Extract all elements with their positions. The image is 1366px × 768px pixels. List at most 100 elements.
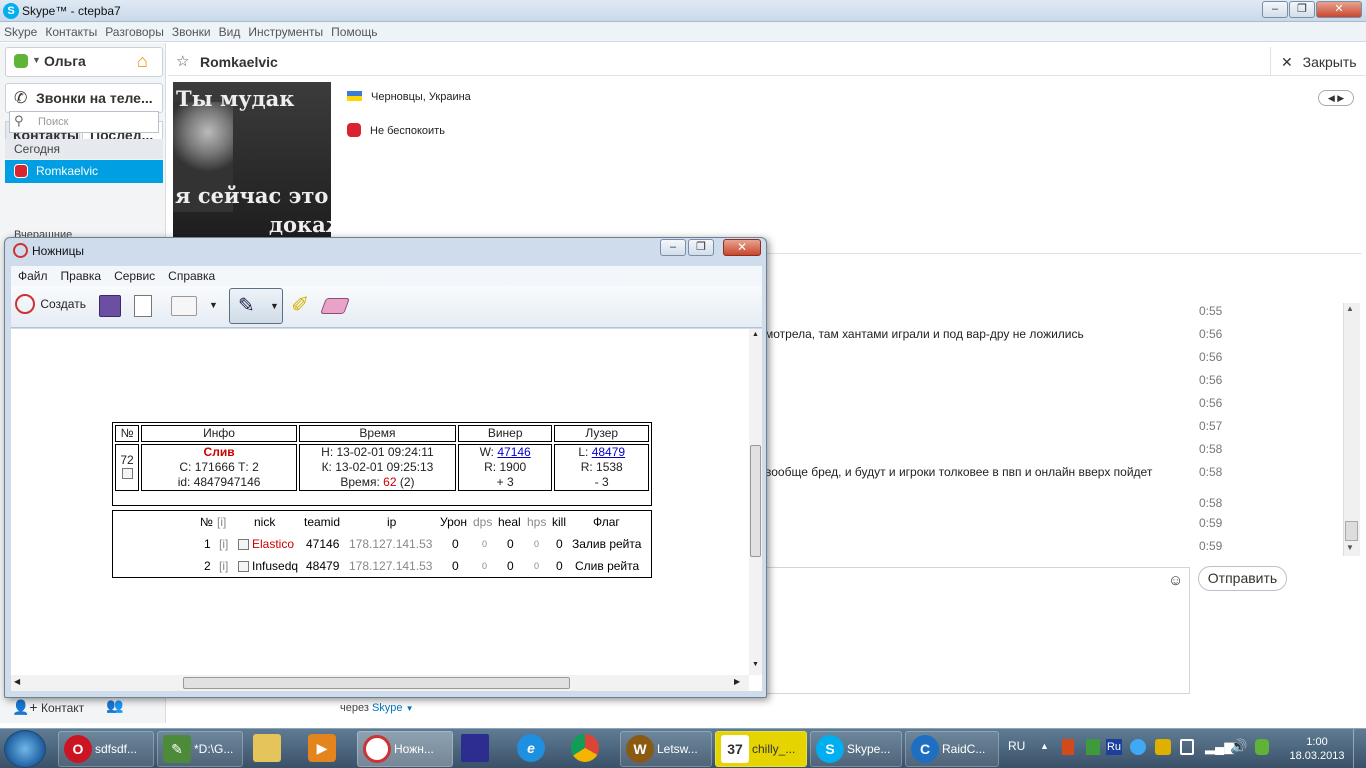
highlighter-icon[interactable]: ✐	[291, 292, 309, 318]
recent-item-romkaelvic[interactable]: Romkaelvic	[5, 160, 163, 183]
skype-icon: S	[816, 735, 844, 763]
emoticon-icon[interactable]: ☺	[1168, 572, 1183, 589]
scroll-up-icon[interactable]: ▲	[1346, 304, 1354, 313]
start-button[interactable]	[4, 730, 46, 768]
player-checkbox[interactable]	[238, 561, 249, 572]
call-phones-button[interactable]: ✆ Звонки на теле...	[5, 83, 163, 113]
home-icon[interactable]: ⌂	[137, 51, 148, 72]
system-clock[interactable]: 1:00 18.03.2013	[1286, 735, 1348, 763]
tray-app-icon[interactable]	[1062, 739, 1074, 755]
eraser-icon[interactable]	[320, 298, 350, 314]
player-num: 2	[204, 559, 211, 573]
chevron-down-icon[interactable]: ▼	[209, 300, 218, 310]
snip-menu-edit[interactable]: Правка	[54, 266, 108, 283]
match-checkbox[interactable]	[121, 467, 133, 479]
language-indicator[interactable]: RU	[1008, 739, 1025, 753]
menu-tools[interactable]: Инструменты	[244, 22, 327, 39]
taskbar-item-media[interactable]: ▶	[303, 731, 353, 767]
calendar-icon: 37	[721, 735, 749, 763]
col-header-time: Время	[299, 425, 456, 442]
menu-help[interactable]: Помощь	[327, 22, 381, 39]
snip-toolbar: Создать ▼ ✎ ▼ ✐	[11, 286, 762, 328]
chat-scroll-thumb[interactable]	[1345, 521, 1358, 541]
close-icon: ✕	[1281, 54, 1293, 70]
close-window-button[interactable]: ✕	[1316, 1, 1362, 18]
via-skype[interactable]: через Skype ▼	[340, 702, 414, 714]
pen-button[interactable]: ✎ ▼	[229, 288, 283, 324]
send-button[interactable]: Отправить	[1198, 566, 1287, 591]
tray-keyboard-icon[interactable]: Ru	[1106, 739, 1122, 755]
p-header-nick: nick	[254, 515, 276, 529]
save-icon[interactable]	[99, 295, 121, 317]
canvas-vscroll-thumb[interactable]	[750, 445, 761, 557]
taskbar-item-chrome[interactable]	[566, 731, 616, 767]
snip-close-button[interactable]: ✕	[723, 239, 761, 256]
menu-view[interactable]: Вид	[215, 22, 245, 39]
match-result: Слив	[203, 445, 235, 459]
player-checkbox[interactable]	[238, 539, 249, 550]
col-header-info: Инфо	[141, 425, 297, 442]
taskbar-item-opera[interactable]: Osdfsdf...	[58, 731, 154, 767]
tray-app-icon[interactable]	[1130, 739, 1146, 755]
canvas-horizontal-scrollbar[interactable]: ◀ ▶	[11, 675, 749, 691]
taskbar-item-wow[interactable]: W Letsw...	[620, 731, 712, 767]
taskbar-item-editor[interactable]: ✎ *D:\G...	[157, 731, 243, 767]
p-header-ip: ip	[387, 515, 397, 529]
winner-link[interactable]: 47146	[497, 445, 530, 459]
taskbar-item-save[interactable]	[456, 731, 506, 767]
taskbar-item-explorer[interactable]	[248, 731, 300, 767]
maximize-button[interactable]: ❐	[1289, 1, 1315, 18]
copy-icon[interactable]	[134, 295, 152, 317]
match-num: 72	[120, 452, 134, 467]
tray-expand-icon[interactable]: ▲	[1040, 741, 1049, 751]
message-input[interactable]	[760, 567, 1190, 694]
snip-menu-tools[interactable]: Сервис	[107, 266, 161, 283]
tray-app-icon[interactable]	[1155, 739, 1171, 755]
add-contact-button[interactable]: 👤+ Контакт	[12, 699, 84, 716]
status-button[interactable]: ▼ Ольга ⌂	[5, 47, 163, 77]
close-chat-button[interactable]: ✕ Закрыть	[1270, 47, 1366, 76]
tray-skype-status-icon[interactable]	[1255, 739, 1269, 755]
contact-avatar: Ты мудак я сейчас это докажу	[173, 82, 331, 238]
taskbar-item-ie[interactable]: e	[512, 731, 562, 767]
tray-device-icon[interactable]	[1180, 739, 1194, 755]
canvas-hscroll-thumb[interactable]	[183, 677, 570, 689]
winner-rating: R: 1900	[484, 460, 527, 474]
show-desktop-button[interactable]	[1353, 729, 1366, 768]
player-info-link[interactable]: [i]	[219, 537, 228, 551]
chat-scrollbar[interactable]: ▲ ▼	[1343, 303, 1360, 556]
scroll-up-icon[interactable]: ▲	[752, 331, 759, 338]
loser-link[interactable]: 48479	[592, 445, 625, 459]
snip-menu-help[interactable]: Справка	[161, 266, 221, 283]
tray-app-icon[interactable]	[1086, 739, 1100, 755]
star-icon[interactable]: ☆	[176, 52, 189, 70]
search-input[interactable]: ⚲ Поиск	[9, 111, 159, 133]
menu-contacts[interactable]: Контакты	[41, 22, 101, 39]
taskbar-item-raidcall[interactable]: C RaidC...	[905, 731, 999, 767]
menu-calls[interactable]: Звонки	[168, 22, 215, 39]
taskbar-item-snipping[interactable]: Ножн...	[357, 731, 453, 767]
scroll-down-icon[interactable]: ▼	[752, 661, 759, 668]
profile-pager[interactable]: ◀ ▶	[1318, 90, 1354, 106]
volume-icon[interactable]: 🔊	[1230, 738, 1247, 755]
scroll-right-icon[interactable]: ▶	[734, 677, 740, 686]
create-group-icon[interactable]: 👥	[106, 697, 123, 714]
snip-minimize-button[interactable]: –	[660, 239, 686, 256]
taskbar-label: Ножн...	[394, 742, 434, 756]
menu-skype[interactable]: Skype	[0, 22, 41, 39]
match-time-cell: Н: 13-02-01 09:24:11 К: 13-02-01 09:25:1…	[299, 444, 456, 491]
snip-menu-file[interactable]: Файл	[11, 266, 54, 283]
canvas-vertical-scrollbar[interactable]: ▲ ▼	[749, 329, 762, 675]
menu-conversations[interactable]: Разговоры	[101, 22, 168, 39]
taskbar-item-skype[interactable]: S Skype...	[810, 731, 902, 767]
skype-icon: S	[3, 3, 19, 19]
snip-maximize-button[interactable]: ❐	[688, 239, 714, 256]
via-link[interactable]: Skype	[372, 702, 403, 714]
minimize-button[interactable]: –	[1262, 1, 1288, 18]
scroll-down-icon[interactable]: ▼	[1346, 543, 1354, 552]
send-snip-icon[interactable]	[171, 296, 197, 316]
new-snip-button[interactable]: Создать	[15, 294, 86, 320]
player-info-link[interactable]: [i]	[219, 559, 228, 573]
scroll-left-icon[interactable]: ◀	[14, 677, 20, 686]
taskbar-item-chilly[interactable]: 37 chilly_...	[715, 731, 807, 767]
